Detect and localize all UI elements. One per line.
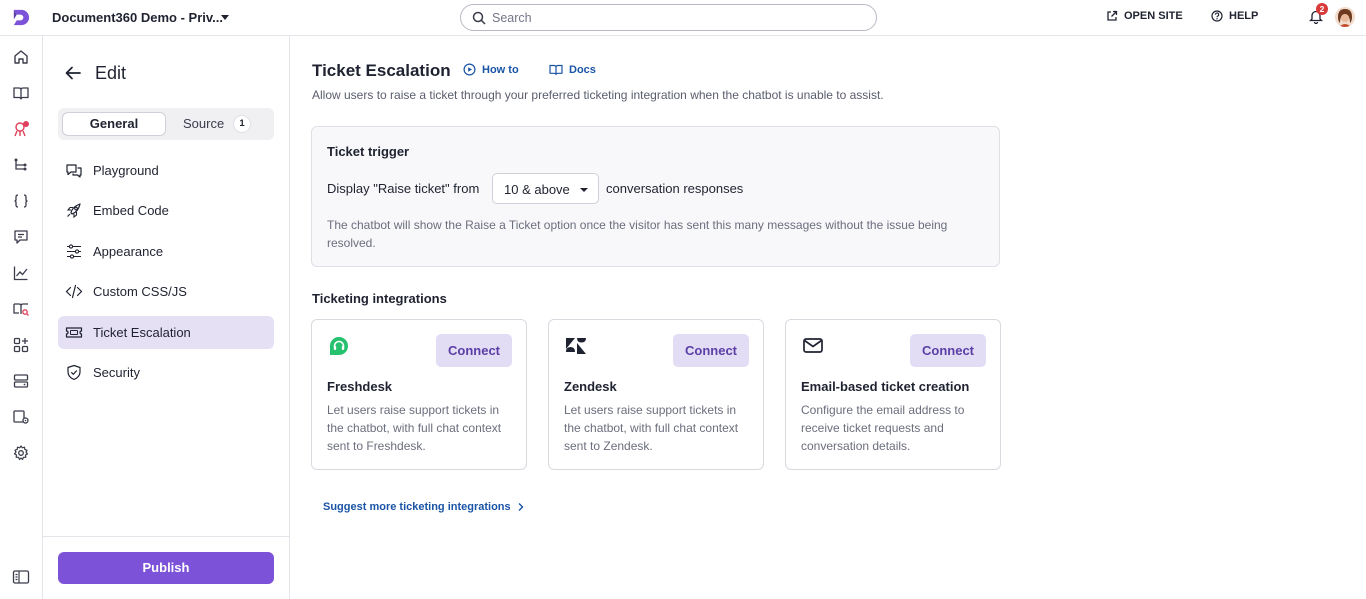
- how-to-label: How to: [482, 63, 519, 76]
- envelope-icon: [803, 338, 823, 353]
- bot-icon[interactable]: [12, 120, 30, 138]
- integration-description: Let users raise support tickets in the c…: [327, 403, 502, 453]
- nav-item-embed-code[interactable]: Embed Code: [58, 194, 274, 227]
- trigger-pre-text: Display "Raise ticket" from: [327, 181, 480, 196]
- tab-general[interactable]: General: [62, 112, 166, 136]
- external-link-icon: [1107, 10, 1118, 21]
- chat-bubbles-icon: [66, 164, 82, 178]
- analytics-icon[interactable]: [12, 264, 30, 282]
- nav-item-custom-css-js[interactable]: Custom CSS/JS: [58, 275, 274, 308]
- main-content: Ticket Escalation How to Docs Allow user…: [291, 36, 1366, 599]
- home-icon[interactable]: [12, 48, 30, 66]
- sidebar-toggle-icon[interactable]: [12, 568, 30, 586]
- nav-item-appearance[interactable]: Appearance: [58, 235, 274, 268]
- tab-switcher: General Source 1: [58, 108, 274, 140]
- docs-label: Docs: [569, 63, 596, 76]
- icon-rail: [0, 36, 43, 599]
- apps-icon[interactable]: [12, 336, 30, 354]
- nav-label: Playground: [93, 163, 159, 178]
- settings-panel: Edit General Source 1 Playground Embed C…: [43, 36, 290, 599]
- ticket-trigger-card: Ticket trigger Display "Raise ticket" fr…: [311, 126, 1000, 267]
- integration-card-zendesk: Connect Zendesk Let users raise support …: [548, 319, 764, 470]
- integrations-title: Ticketing integrations: [312, 291, 447, 306]
- integration-card-email: Connect Email-based ticket creation Conf…: [785, 319, 1001, 470]
- help-circle-icon: [1211, 10, 1223, 22]
- notification-badge: 2: [1316, 3, 1328, 15]
- sliders-icon: [67, 244, 81, 259]
- shield-icon: [67, 364, 81, 381]
- nav-item-security[interactable]: Security: [58, 356, 274, 389]
- page-title: Ticket Escalation: [312, 61, 451, 80]
- search-input[interactable]: [492, 8, 862, 27]
- nav-label: Appearance: [93, 244, 164, 259]
- integration-description: Configure the email address to receive t…: [801, 403, 965, 453]
- search-icon: [472, 11, 486, 25]
- trigger-help-text: The chatbot will show the Raise a Ticket…: [327, 218, 948, 250]
- top-bar: Document360 Demo - Priv... OPEN SITE HEL…: [0, 0, 1366, 36]
- freshdesk-logo-icon: [330, 337, 348, 355]
- integration-card-freshdesk: Connect Freshdesk Let users raise suppor…: [311, 319, 527, 470]
- open-site-label: OPEN SITE: [1124, 10, 1183, 22]
- code-icon: [65, 284, 83, 299]
- tree-icon[interactable]: [12, 156, 30, 174]
- settings-book-icon[interactable]: [12, 408, 30, 426]
- zendesk-logo-icon: [566, 338, 586, 354]
- nav-label: Embed Code: [93, 203, 169, 218]
- drive-icon[interactable]: [12, 372, 30, 390]
- trigger-title: Ticket trigger: [327, 144, 410, 159]
- open-site-link[interactable]: OPEN SITE: [1106, 10, 1183, 22]
- docs-link[interactable]: Docs: [549, 63, 596, 76]
- panel-footer-divider: [43, 536, 289, 537]
- nav-label: Security: [93, 365, 140, 380]
- publish-button[interactable]: Publish: [58, 552, 274, 584]
- trigger-post-text: conversation responses: [606, 181, 744, 196]
- integration-description: Let users raise support tickets in the c…: [564, 403, 739, 453]
- page-subtitle: Allow users to raise a ticket through yo…: [312, 88, 884, 102]
- nav-item-ticket-escalation[interactable]: Ticket Escalation: [58, 316, 274, 349]
- rocket-icon: [66, 203, 81, 219]
- avatar[interactable]: [1335, 7, 1355, 27]
- ticket-icon: [65, 327, 83, 338]
- connect-button[interactable]: Connect: [673, 334, 749, 367]
- project-name[interactable]: Document360 Demo - Priv...: [52, 10, 223, 25]
- play-circle-icon: [463, 63, 476, 76]
- suggest-label: Suggest more ticketing integrations: [323, 501, 511, 513]
- source-count-badge: 1: [233, 115, 251, 133]
- nav-label: Ticket Escalation: [93, 325, 191, 340]
- how-to-link[interactable]: How to: [463, 63, 519, 76]
- braces-icon[interactable]: [12, 192, 30, 210]
- trigger-count-select[interactable]: 10 & above: [492, 173, 599, 204]
- integration-name: Zendesk: [564, 379, 617, 394]
- chevron-down-icon[interactable]: [221, 15, 229, 20]
- integration-name: Email-based ticket creation: [801, 379, 970, 394]
- document360-logo-icon[interactable]: [11, 8, 30, 27]
- connect-button[interactable]: Connect: [436, 334, 512, 367]
- back-arrow-icon[interactable]: [65, 66, 81, 80]
- nav-label: Custom CSS/JS: [93, 284, 187, 299]
- tab-source[interactable]: Source: [183, 112, 224, 136]
- integration-name: Freshdesk: [327, 379, 393, 394]
- nav-item-playground[interactable]: Playground: [58, 154, 274, 187]
- help-label: HELP: [1229, 10, 1259, 22]
- chevron-right-icon: [518, 503, 524, 511]
- book-icon[interactable]: [12, 84, 30, 102]
- search-box[interactable]: [460, 4, 877, 31]
- book-open-icon: [549, 64, 563, 76]
- help-link[interactable]: HELP: [1211, 10, 1258, 22]
- gear-icon[interactable]: [12, 444, 30, 462]
- panel-title: Edit: [95, 63, 127, 83]
- comment-icon[interactable]: [12, 228, 30, 246]
- suggest-integrations-link[interactable]: Suggest more ticketing integrations: [323, 501, 525, 513]
- select-value: 10 & above: [504, 182, 570, 197]
- caret-down-icon: [580, 188, 588, 192]
- connect-button[interactable]: Connect: [910, 334, 986, 367]
- book-search-icon[interactable]: [12, 300, 30, 318]
